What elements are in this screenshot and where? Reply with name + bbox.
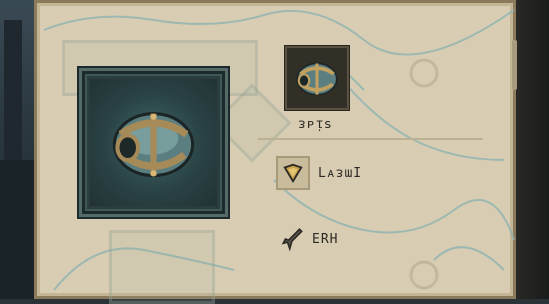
item-thumbnail [285, 46, 349, 110]
shield-icon [283, 163, 303, 184]
dagger-icon [281, 228, 303, 252]
bound-orb-icon [112, 112, 195, 178]
scrollbar[interactable] [512, 40, 517, 90]
selected-item-slot[interactable] [79, 68, 228, 217]
divider [258, 138, 483, 140]
stat-row-attack: ERH [280, 226, 338, 252]
stat-label-attack: ERH [312, 231, 339, 247]
stat-icon-box [276, 156, 310, 190]
stat-label-defense: LᴀᴈɯI [318, 165, 363, 181]
ghost-frame-bottom [109, 230, 215, 304]
background-right [513, 0, 549, 299]
bound-orb-thumb-icon [296, 62, 338, 96]
item-name: ᴈᴘᴉꜱ [297, 117, 333, 132]
stat-row-defense: LᴀᴈɯI [276, 156, 362, 190]
